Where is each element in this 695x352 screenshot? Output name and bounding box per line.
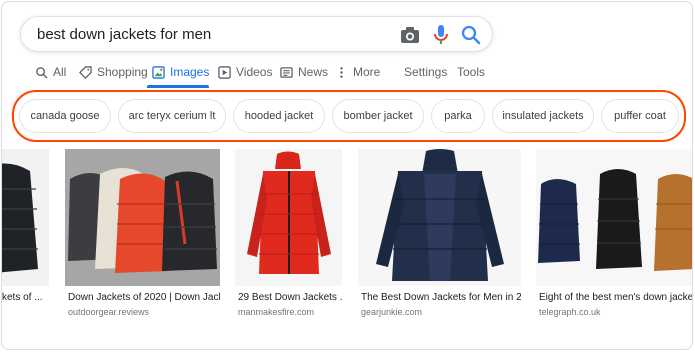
chip[interactable]: bomber jacket bbox=[332, 99, 424, 133]
tab-images-label: Images bbox=[170, 65, 210, 79]
search-tabs: All Shopping Images Videos News More Set… bbox=[2, 60, 692, 84]
tab-all-label: All bbox=[53, 65, 67, 79]
result-caption[interactable]: kets of ... bbox=[2, 292, 49, 303]
tab-videos-label: Videos bbox=[236, 65, 273, 79]
tab-news-label: News bbox=[298, 65, 329, 79]
result-image[interactable] bbox=[235, 149, 342, 286]
result-domain: gearjunkie.com bbox=[361, 307, 423, 317]
results-page: best down jackets for men All Shopping I… bbox=[1, 1, 693, 350]
chip[interactable]: hooded jacket bbox=[233, 99, 325, 133]
active-tab-indicator bbox=[147, 85, 209, 88]
tab-images[interactable]: Images bbox=[152, 60, 209, 84]
news-icon bbox=[280, 66, 293, 78]
chip[interactable]: puffer coat bbox=[601, 99, 679, 133]
result-domain: outdoorgear.reviews bbox=[68, 307, 150, 317]
search-icon bbox=[36, 66, 48, 79]
tab-news[interactable]: News bbox=[280, 60, 328, 84]
result-caption[interactable]: The Best Down Jackets for Men in 20... bbox=[361, 292, 521, 303]
result-image[interactable] bbox=[358, 149, 521, 286]
tab-more-label: More bbox=[353, 65, 381, 79]
result-image[interactable] bbox=[65, 149, 220, 286]
search-icon[interactable] bbox=[459, 23, 483, 47]
tag-icon bbox=[79, 65, 92, 79]
image-icon bbox=[152, 65, 165, 79]
result-caption[interactable]: Eight of the best men's down jackets ... bbox=[539, 292, 692, 303]
result-image[interactable] bbox=[536, 149, 692, 286]
result-image[interactable] bbox=[2, 149, 49, 286]
result-caption[interactable]: Down Jackets of 2020 | Down Jack... bbox=[68, 292, 220, 303]
search-input[interactable]: best down jackets for men bbox=[37, 26, 211, 43]
result-domain: telegraph.co.uk bbox=[539, 307, 601, 317]
tab-settings[interactable]: Settings bbox=[404, 60, 447, 84]
chip[interactable]: insulated jackets bbox=[492, 99, 594, 133]
mic-icon[interactable] bbox=[429, 23, 453, 47]
tab-more[interactable]: More bbox=[335, 60, 380, 84]
play-icon bbox=[218, 65, 231, 79]
camera-icon[interactable] bbox=[398, 23, 422, 47]
tab-shopping[interactable]: Shopping bbox=[79, 60, 148, 84]
tab-shopping-label: Shopping bbox=[97, 65, 148, 79]
chip[interactable]: parka bbox=[431, 99, 485, 133]
more-vert-icon bbox=[340, 66, 343, 78]
tab-tools[interactable]: Tools bbox=[457, 60, 485, 84]
tab-settings-label: Settings bbox=[404, 65, 448, 79]
chip[interactable]: arc teryx cerium lt bbox=[118, 99, 226, 133]
search-box[interactable]: best down jackets for men bbox=[20, 16, 493, 52]
tab-tools-label: Tools bbox=[457, 65, 486, 79]
tab-all[interactable]: All bbox=[35, 60, 66, 84]
result-caption[interactable]: 29 Best Down Jackets ... bbox=[238, 292, 342, 303]
result-domain: manmakesfire.com bbox=[238, 307, 315, 317]
chip[interactable]: canada goose bbox=[19, 99, 111, 133]
tab-videos[interactable]: Videos bbox=[218, 60, 272, 84]
